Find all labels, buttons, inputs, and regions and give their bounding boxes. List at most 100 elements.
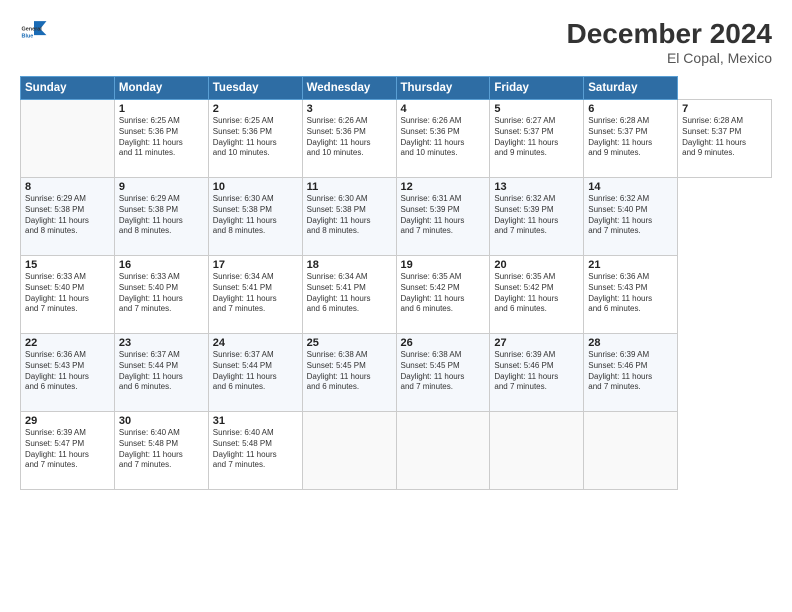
day-info: Sunrise: 6:34 AM Sunset: 5:41 PM Dayligh… — [213, 272, 298, 315]
calendar-week-2: 15 Sunrise: 6:33 AM Sunset: 5:40 PM Dayli… — [21, 256, 772, 334]
day-number: 16 — [119, 259, 204, 271]
day-number: 29 — [25, 415, 110, 427]
day-number: 4 — [401, 103, 486, 115]
calendar-cell: 12Sunrise: 6:31 AM Sunset: 5:39 PM Dayli… — [396, 178, 490, 256]
day-header-tuesday: Tuesday — [208, 77, 302, 100]
page: General Blue December 2024 El Copal, Mex… — [0, 0, 792, 612]
calendar-cell: 3Sunrise: 6:26 AM Sunset: 5:36 PM Daylig… — [302, 100, 396, 178]
day-info: Sunrise: 6:26 AM Sunset: 5:36 PM Dayligh… — [307, 116, 392, 159]
calendar-cell: 27Sunrise: 6:39 AM Sunset: 5:46 PM Dayli… — [490, 334, 584, 412]
calendar-cell: 4Sunrise: 6:26 AM Sunset: 5:36 PM Daylig… — [396, 100, 490, 178]
day-info: Sunrise: 6:25 AM Sunset: 5:36 PM Dayligh… — [213, 116, 298, 159]
calendar-cell: 8Sunrise: 6:29 AM Sunset: 5:38 PM Daylig… — [21, 178, 115, 256]
day-number: 28 — [588, 337, 673, 349]
day-number: 23 — [119, 337, 204, 349]
day-number: 5 — [494, 103, 579, 115]
day-info: Sunrise: 6:28 AM Sunset: 5:37 PM Dayligh… — [588, 116, 673, 159]
day-number: 18 — [307, 259, 392, 271]
day-info: Sunrise: 6:25 AM Sunset: 5:36 PM Dayligh… — [119, 116, 204, 159]
day-info: Sunrise: 6:34 AM Sunset: 5:41 PM Dayligh… — [307, 272, 392, 315]
calendar-cell: 18Sunrise: 6:34 AM Sunset: 5:41 PM Dayli… — [302, 256, 396, 334]
day-number: 22 — [25, 337, 110, 349]
svg-text:Blue: Blue — [22, 33, 34, 39]
day-number: 19 — [401, 259, 486, 271]
day-number: 31 — [213, 415, 298, 427]
page-title: December 2024 — [567, 18, 772, 50]
day-number: 10 — [213, 181, 298, 193]
day-info: Sunrise: 6:38 AM Sunset: 5:45 PM Dayligh… — [401, 350, 486, 393]
calendar-cell: 11Sunrise: 6:30 AM Sunset: 5:38 PM Dayli… — [302, 178, 396, 256]
day-number: 3 — [307, 103, 392, 115]
calendar-week-3: 22Sunrise: 6:36 AM Sunset: 5:43 PM Dayli… — [21, 334, 772, 412]
logo-icon: General Blue — [20, 18, 48, 46]
day-header-friday: Friday — [490, 77, 584, 100]
day-number: 2 — [213, 103, 298, 115]
calendar-cell: 26Sunrise: 6:38 AM Sunset: 5:45 PM Dayli… — [396, 334, 490, 412]
calendar-cell: 21Sunrise: 6:36 AM Sunset: 5:43 PM Dayli… — [584, 256, 678, 334]
calendar-cell: 30Sunrise: 6:40 AM Sunset: 5:48 PM Dayli… — [114, 412, 208, 490]
calendar-cell: 10Sunrise: 6:30 AM Sunset: 5:38 PM Dayli… — [208, 178, 302, 256]
calendar-cell: 31Sunrise: 6:40 AM Sunset: 5:48 PM Dayli… — [208, 412, 302, 490]
day-number: 17 — [213, 259, 298, 271]
calendar-cell: 22Sunrise: 6:36 AM Sunset: 5:43 PM Dayli… — [21, 334, 115, 412]
svg-text:General: General — [22, 26, 43, 32]
day-number: 20 — [494, 259, 579, 271]
day-number: 25 — [307, 337, 392, 349]
calendar-cell: 5Sunrise: 6:27 AM Sunset: 5:37 PM Daylig… — [490, 100, 584, 178]
day-number: 24 — [213, 337, 298, 349]
calendar-table: SundayMondayTuesdayWednesdayThursdayFrid… — [20, 76, 772, 490]
calendar-cell — [490, 412, 584, 490]
calendar-cell: 14Sunrise: 6:32 AM Sunset: 5:40 PM Dayli… — [584, 178, 678, 256]
day-info: Sunrise: 6:39 AM Sunset: 5:46 PM Dayligh… — [588, 350, 673, 393]
day-info: Sunrise: 6:32 AM Sunset: 5:40 PM Dayligh… — [588, 194, 673, 237]
day-info: Sunrise: 6:31 AM Sunset: 5:39 PM Dayligh… — [401, 194, 486, 237]
calendar-cell — [584, 412, 678, 490]
day-info: Sunrise: 6:38 AM Sunset: 5:45 PM Dayligh… — [307, 350, 392, 393]
day-number: 26 — [401, 337, 486, 349]
day-header-wednesday: Wednesday — [302, 77, 396, 100]
day-info: Sunrise: 6:36 AM Sunset: 5:43 PM Dayligh… — [588, 272, 673, 315]
day-number: 7 — [682, 103, 767, 115]
day-info: Sunrise: 6:40 AM Sunset: 5:48 PM Dayligh… — [119, 428, 204, 471]
calendar-cell: 24Sunrise: 6:37 AM Sunset: 5:44 PM Dayli… — [208, 334, 302, 412]
day-info: Sunrise: 6:27 AM Sunset: 5:37 PM Dayligh… — [494, 116, 579, 159]
day-info: Sunrise: 6:37 AM Sunset: 5:44 PM Dayligh… — [213, 350, 298, 393]
calendar-cell: 13Sunrise: 6:32 AM Sunset: 5:39 PM Dayli… — [490, 178, 584, 256]
day-info: Sunrise: 6:39 AM Sunset: 5:47 PM Dayligh… — [25, 428, 110, 471]
header: General Blue December 2024 El Copal, Mex… — [20, 18, 772, 66]
day-info: Sunrise: 6:39 AM Sunset: 5:46 PM Dayligh… — [494, 350, 579, 393]
day-number: 21 — [588, 259, 673, 271]
day-info: Sunrise: 6:40 AM Sunset: 5:48 PM Dayligh… — [213, 428, 298, 471]
calendar-cell: 28Sunrise: 6:39 AM Sunset: 5:46 PM Dayli… — [584, 334, 678, 412]
day-number: 1 — [119, 103, 204, 115]
calendar-cell — [396, 412, 490, 490]
day-info: Sunrise: 6:29 AM Sunset: 5:38 PM Dayligh… — [25, 194, 110, 237]
calendar-cell: 1Sunrise: 6:25 AM Sunset: 5:36 PM Daylig… — [114, 100, 208, 178]
day-number: 15 — [25, 259, 110, 271]
calendar-cell: 16Sunrise: 6:33 AM Sunset: 5:40 PM Dayli… — [114, 256, 208, 334]
calendar-cell — [302, 412, 396, 490]
day-info: Sunrise: 6:30 AM Sunset: 5:38 PM Dayligh… — [307, 194, 392, 237]
day-info: Sunrise: 6:37 AM Sunset: 5:44 PM Dayligh… — [119, 350, 204, 393]
day-header-monday: Monday — [114, 77, 208, 100]
day-number: 12 — [401, 181, 486, 193]
day-info: Sunrise: 6:26 AM Sunset: 5:36 PM Dayligh… — [401, 116, 486, 159]
calendar-cell: 29Sunrise: 6:39 AM Sunset: 5:47 PM Dayli… — [21, 412, 115, 490]
calendar-cell: 6Sunrise: 6:28 AM Sunset: 5:37 PM Daylig… — [584, 100, 678, 178]
calendar-week-1: 8Sunrise: 6:29 AM Sunset: 5:38 PM Daylig… — [21, 178, 772, 256]
day-number: 11 — [307, 181, 392, 193]
day-number: 27 — [494, 337, 579, 349]
page-subtitle: El Copal, Mexico — [567, 50, 772, 66]
day-number: 6 — [588, 103, 673, 115]
day-header-thursday: Thursday — [396, 77, 490, 100]
day-info: Sunrise: 6:33 AM Sunset: 5:40 PM Dayligh… — [119, 272, 204, 315]
calendar-cell: 9Sunrise: 6:29 AM Sunset: 5:38 PM Daylig… — [114, 178, 208, 256]
calendar-cell: 20Sunrise: 6:35 AM Sunset: 5:42 PM Dayli… — [490, 256, 584, 334]
day-number: 8 — [25, 181, 110, 193]
calendar-cell: 17Sunrise: 6:34 AM Sunset: 5:41 PM Dayli… — [208, 256, 302, 334]
logo: General Blue — [20, 18, 48, 46]
day-number: 14 — [588, 181, 673, 193]
day-header-sunday: Sunday — [21, 77, 115, 100]
day-info: Sunrise: 6:30 AM Sunset: 5:38 PM Dayligh… — [213, 194, 298, 237]
calendar-header-row: SundayMondayTuesdayWednesdayThursdayFrid… — [21, 77, 772, 100]
